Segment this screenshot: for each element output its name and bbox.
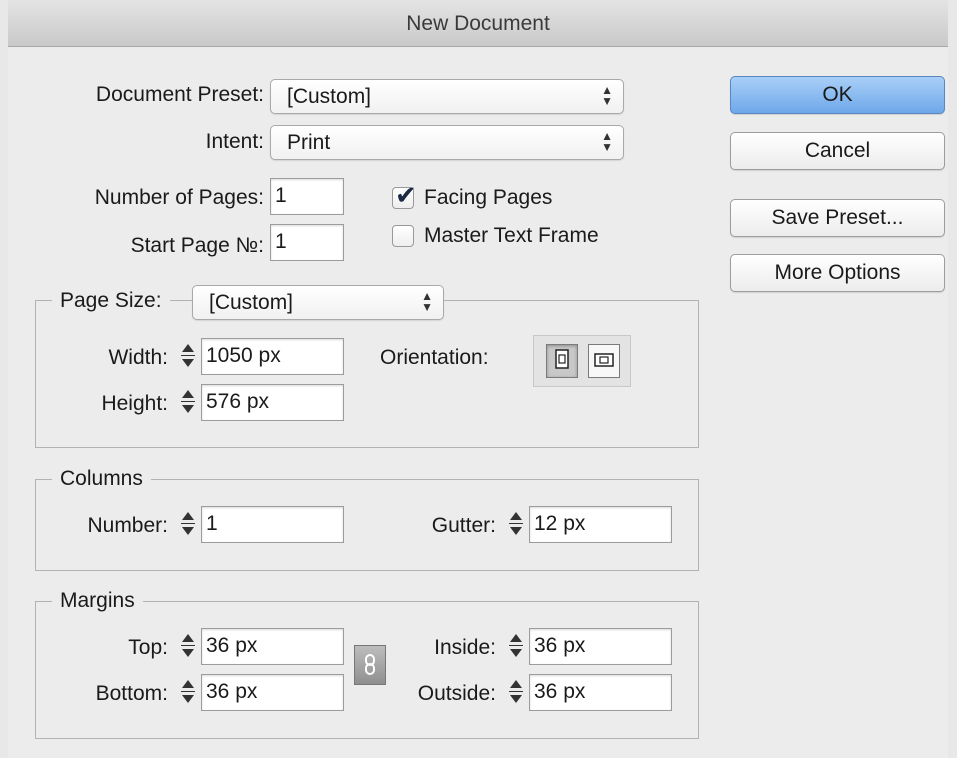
new-document-dialog: New Document Document Preset: [Custom] ▲… bbox=[8, 0, 948, 758]
top-margin-stepper[interactable] bbox=[178, 628, 198, 663]
ok-button[interactable]: OK bbox=[730, 76, 945, 114]
number-of-pages-label: Number of Pages: bbox=[94, 186, 264, 209]
make-all-settings-same-button[interactable] bbox=[354, 645, 386, 685]
intent-value: Print bbox=[287, 131, 331, 154]
facing-pages-checkbox[interactable]: ✔ bbox=[392, 180, 417, 210]
width-stepper[interactable] bbox=[178, 338, 198, 373]
outside-margin-field[interactable]: 36 px bbox=[529, 674, 672, 711]
top-margin-value: 36 px bbox=[206, 634, 258, 657]
checkmark-icon: ✔ bbox=[395, 180, 417, 210]
bottom-margin-value: 36 px bbox=[206, 680, 258, 703]
title-bar[interactable]: New Document bbox=[8, 0, 948, 47]
stepper-arrows-icon: ▲ ▼ bbox=[601, 129, 613, 154]
page-size-value: [Custom] bbox=[209, 291, 294, 314]
document-preset-select[interactable]: [Custom] ▲ ▼ bbox=[270, 79, 624, 114]
window-title: New Document bbox=[406, 12, 550, 35]
height-label: Height: bbox=[101, 392, 168, 415]
width-value: 1050 px bbox=[206, 344, 281, 367]
document-preset-label: Document Preset: bbox=[95, 83, 264, 106]
column-number-label: Number: bbox=[87, 514, 168, 537]
landscape-page-icon bbox=[594, 353, 614, 367]
inside-margin-field[interactable]: 36 px bbox=[529, 628, 672, 665]
column-number-field[interactable]: 1 bbox=[201, 506, 344, 543]
orientation-label: Orientation: bbox=[380, 346, 489, 369]
bottom-margin-label: Bottom: bbox=[95, 682, 168, 705]
portrait-orientation-button[interactable] bbox=[546, 344, 578, 378]
margins-title: Margins bbox=[52, 589, 143, 613]
landscape-orientation-button[interactable] bbox=[588, 344, 620, 378]
save-preset-button[interactable]: Save Preset... bbox=[730, 199, 945, 237]
start-page-field[interactable]: 1 bbox=[270, 224, 344, 261]
facing-pages-label[interactable]: Facing Pages bbox=[424, 186, 552, 210]
inside-margin-stepper[interactable] bbox=[506, 628, 526, 663]
outside-margin-stepper[interactable] bbox=[506, 674, 526, 709]
width-field[interactable]: 1050 px bbox=[201, 338, 344, 375]
bottom-margin-stepper[interactable] bbox=[178, 674, 198, 709]
number-of-pages-value: 1 bbox=[275, 184, 287, 207]
page-size-label: Page Size: bbox=[52, 289, 170, 313]
document-preset-value: [Custom] bbox=[287, 85, 372, 108]
page-size-select[interactable]: [Custom] ▲ ▼ bbox=[192, 285, 444, 320]
inside-margin-value: 36 px bbox=[534, 634, 586, 657]
intent-select[interactable]: Print ▲ ▼ bbox=[270, 125, 624, 160]
column-number-value: 1 bbox=[206, 512, 218, 535]
master-text-frame-checkbox[interactable] bbox=[392, 225, 414, 247]
outside-margin-value: 36 px bbox=[534, 680, 586, 703]
start-page-value: 1 bbox=[275, 230, 287, 253]
column-number-stepper[interactable] bbox=[178, 506, 198, 541]
gutter-label: Gutter: bbox=[431, 514, 496, 537]
inside-margin-label: Inside: bbox=[434, 636, 496, 659]
top-margin-field[interactable]: 36 px bbox=[201, 628, 344, 665]
portrait-page-icon bbox=[555, 349, 569, 369]
chain-link-icon bbox=[365, 654, 375, 675]
height-stepper[interactable] bbox=[178, 384, 198, 419]
orientation-control bbox=[533, 335, 631, 387]
gutter-stepper[interactable] bbox=[506, 506, 526, 541]
outside-margin-label: Outside: bbox=[417, 682, 496, 705]
master-text-frame-label[interactable]: Master Text Frame bbox=[424, 224, 599, 248]
top-margin-label: Top: bbox=[128, 636, 168, 659]
bottom-margin-field[interactable]: 36 px bbox=[201, 674, 344, 711]
number-of-pages-field[interactable]: 1 bbox=[270, 178, 344, 215]
intent-label: Intent: bbox=[205, 130, 264, 153]
width-label: Width: bbox=[108, 346, 168, 369]
cancel-button[interactable]: Cancel bbox=[730, 132, 945, 170]
more-options-button[interactable]: More Options bbox=[730, 254, 945, 292]
columns-title: Columns bbox=[52, 467, 151, 491]
stepper-arrows-icon: ▲ ▼ bbox=[421, 289, 433, 314]
height-field[interactable]: 576 px bbox=[201, 384, 344, 421]
height-value: 576 px bbox=[206, 390, 270, 413]
gutter-value: 12 px bbox=[534, 512, 586, 535]
start-page-label: Start Page №: bbox=[130, 234, 264, 257]
gutter-field[interactable]: 12 px bbox=[529, 506, 672, 543]
stepper-arrows-icon: ▲ ▼ bbox=[601, 83, 613, 108]
